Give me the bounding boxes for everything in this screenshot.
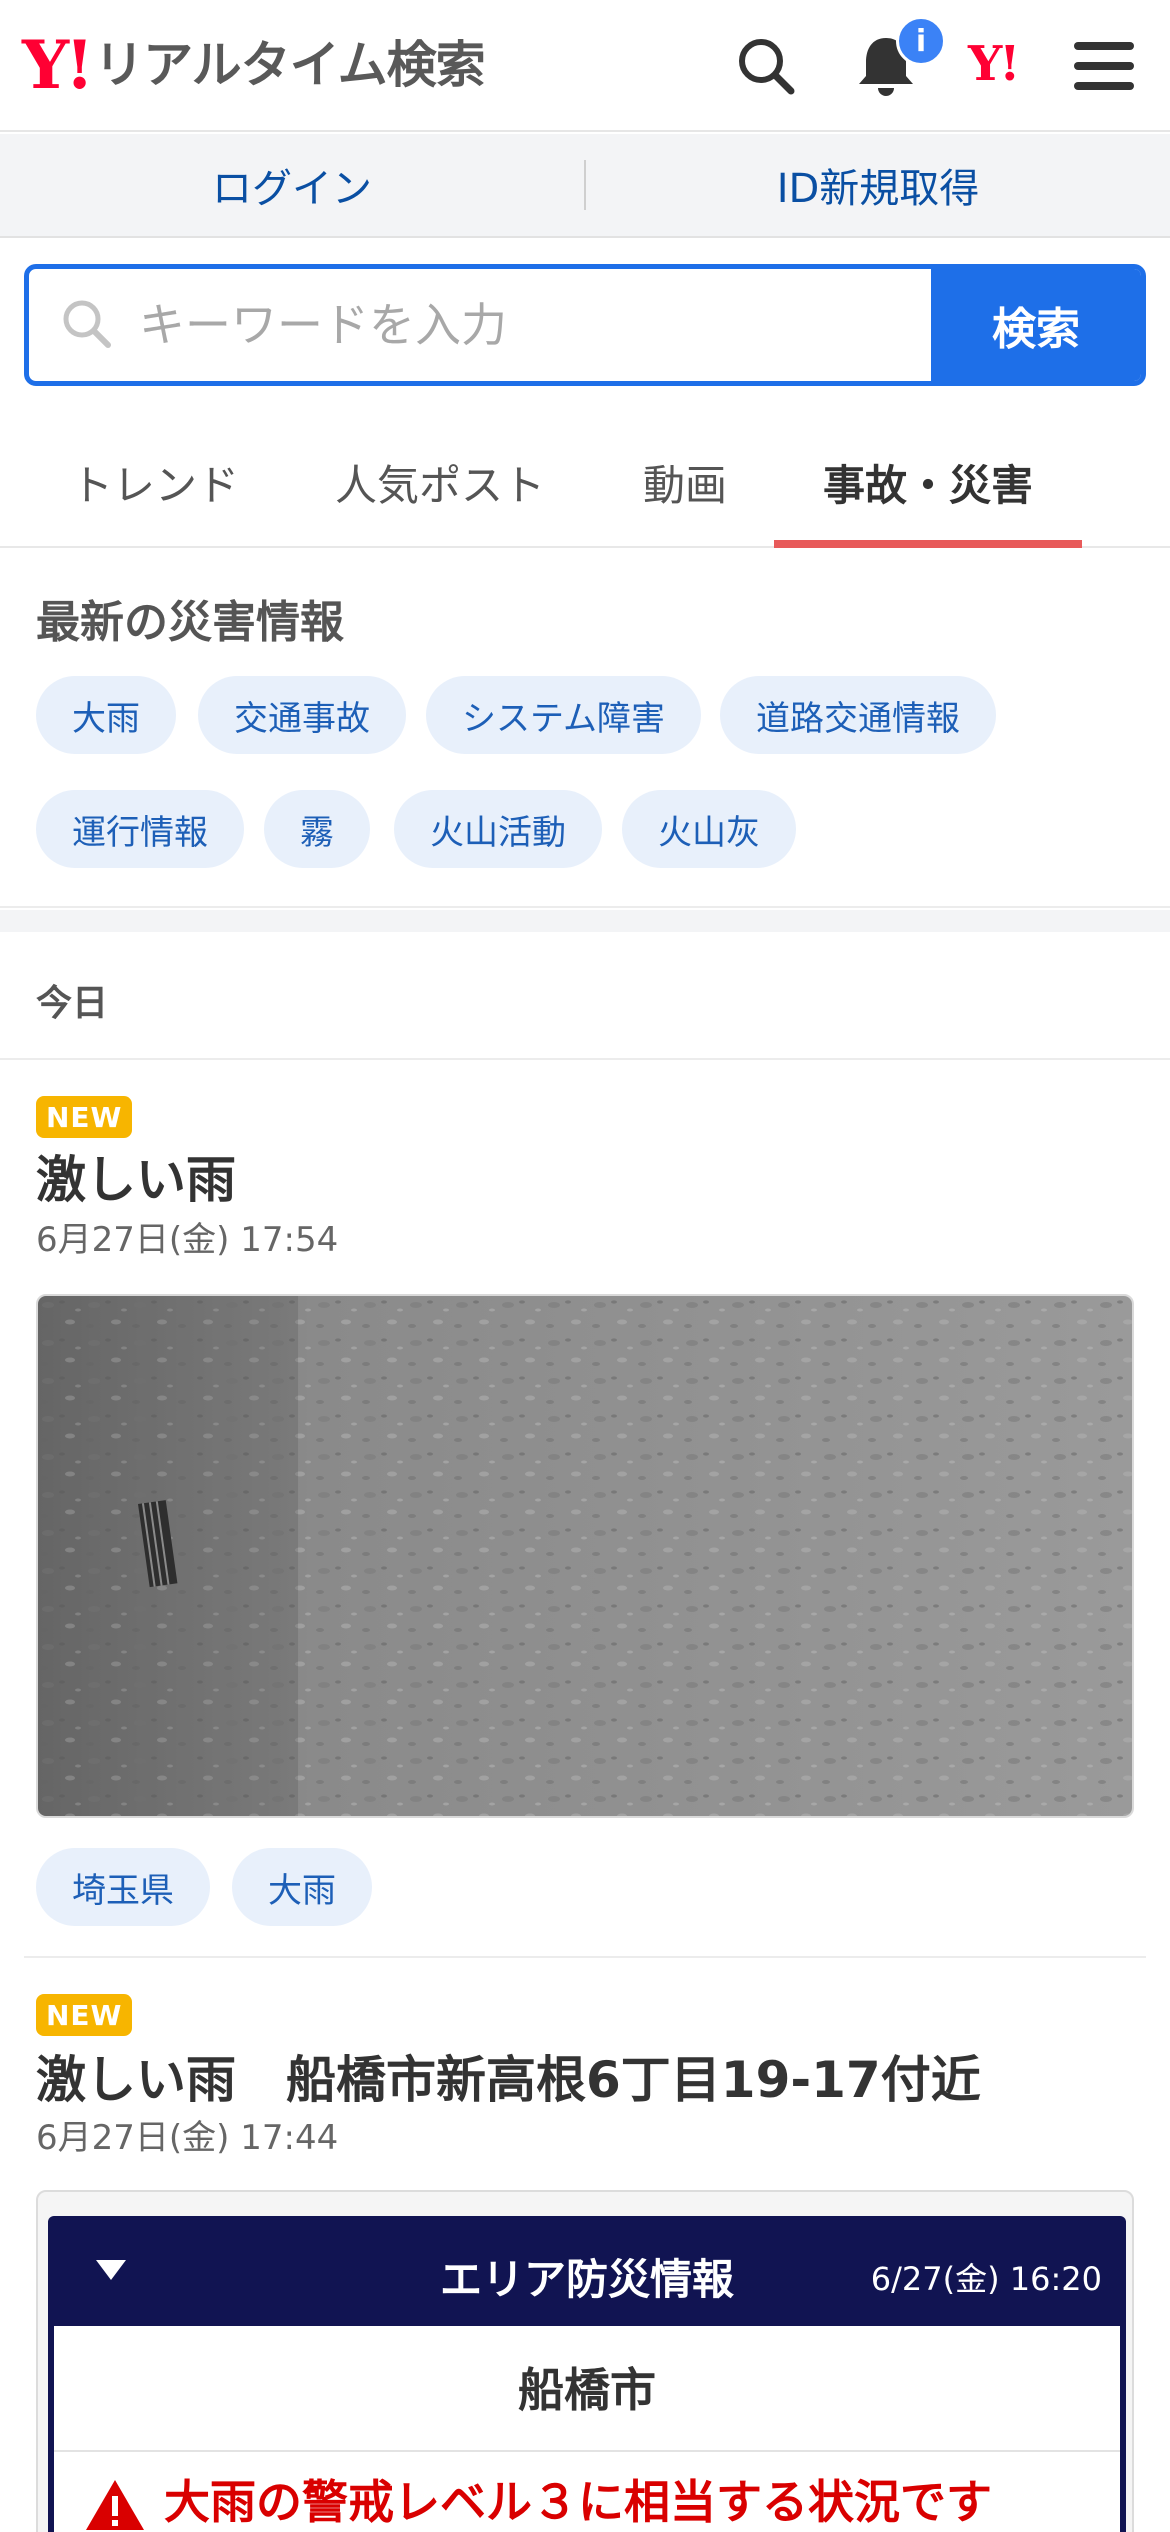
warning-triangle-icon <box>84 2478 146 2532</box>
latest-disaster-info: 最新の災害情報 大雨 交通事故 システム障害 道路交通情報 運行情報 霧 火山活… <box>0 550 1170 908</box>
post-tag-chip[interactable]: 埼玉県 <box>36 1848 210 1926</box>
section-title: 最新の災害情報 <box>36 597 344 648</box>
login-link[interactable]: ログイン <box>0 134 584 236</box>
disaster-chip[interactable]: 火山活動 <box>394 790 602 868</box>
tab-accidents-disasters[interactable]: 事故・災害 <box>774 418 1082 548</box>
notification-badge: i <box>896 16 946 66</box>
search-form: 検索 <box>24 264 1146 386</box>
disaster-chip[interactable]: システム障害 <box>426 676 701 754</box>
tab-videos[interactable]: 動画 <box>610 418 760 546</box>
day-header: 今日 <box>0 932 1170 1060</box>
post-title[interactable]: 激しい雨 船橋市新高根6丁目19-17付近 <box>36 2040 981 2112</box>
post-time: 6月27日(金) 17:44 <box>36 2118 339 2158</box>
search-button[interactable]: 検索 <box>931 269 1141 381</box>
widget-body: 船橋市 大雨の警戒レベル３に相当する状況です <box>48 2326 1126 2532</box>
widget-header[interactable]: エリア防災情報 6/27(金) 16:20 <box>48 2216 1126 2326</box>
yahoo-logo-mark: Y! <box>22 26 94 104</box>
hamburger-menu-icon[interactable] <box>1066 28 1142 104</box>
disaster-chip[interactable]: 火山灰 <box>622 790 796 868</box>
yahoo-realtime-logo[interactable]: Y! リアルタイム検索 <box>22 26 486 104</box>
auth-bar: ログイン ID新規取得 <box>0 134 1170 238</box>
disaster-chip[interactable]: 霧 <box>264 790 370 868</box>
post-divider <box>24 1956 1146 1958</box>
register-link[interactable]: ID新規取得 <box>586 134 1170 236</box>
logo-text: リアルタイム検索 <box>94 36 485 94</box>
app-header: Y! リアルタイム検索 i Y! <box>0 0 1170 132</box>
tab-popular-posts[interactable]: 人気ポスト <box>320 418 560 546</box>
widget-divider <box>54 2450 1120 2452</box>
category-tabs: トレンド 人気ポスト 動画 事故・災害 <box>0 418 1170 548</box>
widget-city: 船橋市 <box>518 2363 656 2417</box>
disaster-chip[interactable]: 道路交通情報 <box>720 676 996 754</box>
yahoo-top-link-icon[interactable]: Y! <box>968 36 1020 92</box>
search-icon[interactable] <box>728 28 804 104</box>
disaster-chip[interactable]: 交通事故 <box>198 676 406 754</box>
area-disaster-widget: エリア防災情報 6/27(金) 16:20 船橋市 大雨の警戒レベル３に相当する… <box>36 2190 1134 2532</box>
search-input-wrap <box>29 269 931 381</box>
search-input[interactable] <box>139 298 931 352</box>
disaster-chip[interactable]: 大雨 <box>36 676 176 754</box>
new-badge: NEW <box>36 1994 133 2036</box>
post-time: 6月27日(金) 17:54 <box>36 1220 339 1260</box>
post-photo-heavy-rain[interactable] <box>36 1294 1134 1818</box>
disaster-chip[interactable]: 運行情報 <box>36 790 244 868</box>
post-tag-chip[interactable]: 大雨 <box>232 1848 372 1926</box>
warning-text[interactable]: 大雨の警戒レベル３に相当する状況です <box>164 2466 992 2532</box>
section-spacer <box>0 910 1170 932</box>
new-badge: NEW <box>36 1096 133 1138</box>
search-field-icon <box>59 296 113 354</box>
day-label: 今日 <box>36 983 109 1024</box>
tab-trend[interactable]: トレンド <box>40 418 270 546</box>
post-title[interactable]: 激しい雨 <box>36 1140 236 1212</box>
widget-datetime: 6/27(金) 16:20 <box>870 2260 1102 2298</box>
